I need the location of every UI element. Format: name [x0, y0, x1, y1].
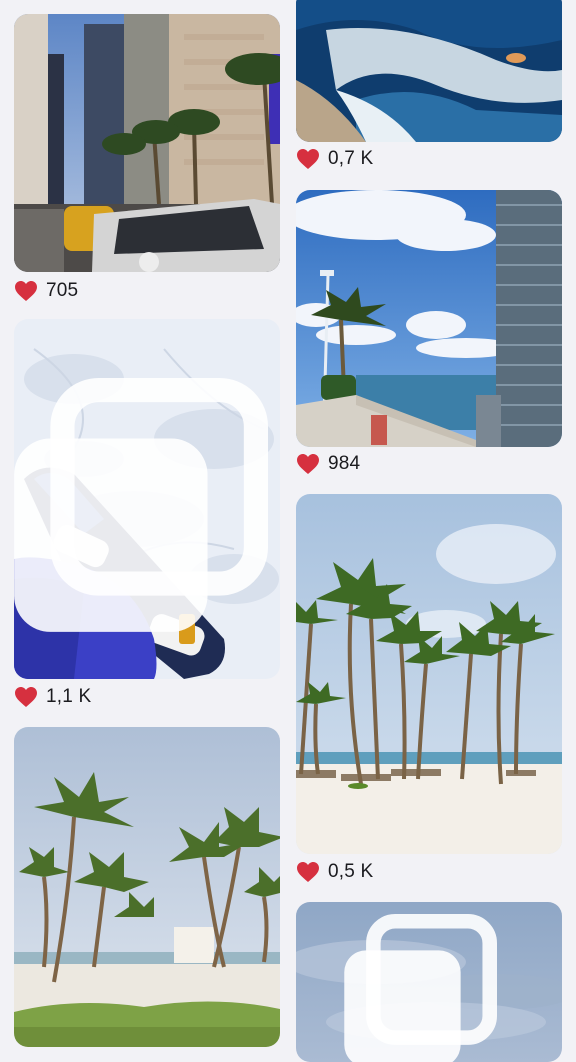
multi-photo-icon: [14, 378, 268, 632]
heart-icon[interactable]: [296, 453, 320, 475]
like-row: 1,1 K: [14, 684, 91, 710]
heart-icon[interactable]: [14, 280, 38, 302]
like-count: 1,1 K: [46, 686, 92, 707]
like-row: 984: [296, 451, 360, 477]
snowboard-photo[interactable]: [14, 319, 280, 679]
palm-beach-photo[interactable]: [296, 494, 562, 854]
like-row: 705: [14, 278, 78, 304]
heart-icon[interactable]: [296, 148, 320, 170]
multi-photo-icon: [344, 914, 497, 1062]
sky-clouds-photo[interactable]: [296, 902, 562, 1062]
like-count: 984: [328, 453, 361, 474]
city-street-photo[interactable]: [14, 14, 280, 272]
palm-resort-photo[interactable]: [14, 727, 280, 1047]
ocean-waves-photo[interactable]: [296, 0, 562, 142]
heart-icon[interactable]: [14, 686, 38, 708]
like-count: 0,5 K: [328, 861, 374, 882]
like-count: 705: [46, 280, 79, 301]
heart-icon[interactable]: [296, 861, 320, 883]
like-row: 0,7 K: [296, 146, 373, 172]
like-count: 0,7 K: [328, 148, 374, 169]
waterfront-tower-photo[interactable]: [296, 190, 562, 447]
like-row: 0,5 K: [296, 859, 373, 885]
